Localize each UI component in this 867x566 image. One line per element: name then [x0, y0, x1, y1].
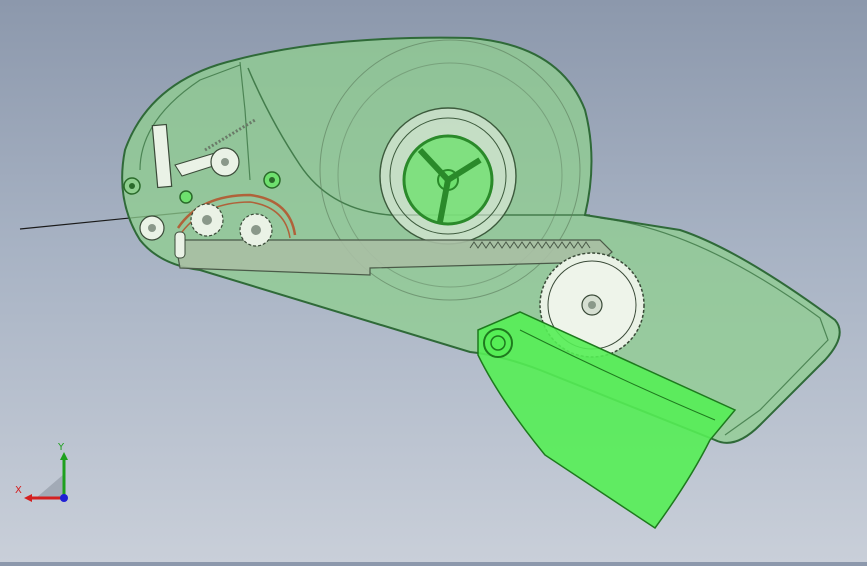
axis-y-label: Y: [58, 442, 65, 453]
cad-model-canvas[interactable]: [0, 0, 867, 562]
pivot-pin-3[interactable]: [123, 177, 141, 195]
small-gear-2[interactable]: [190, 203, 224, 237]
pivot-pin-1[interactable]: [263, 171, 281, 189]
small-gear-1[interactable]: [210, 147, 240, 177]
tape-core-wheel[interactable]: [379, 107, 517, 245]
cad-viewport[interactable]: X Y: [0, 0, 867, 562]
small-gear-3[interactable]: [239, 213, 273, 247]
axis-x-label: X: [15, 485, 22, 496]
pivot-pin-2[interactable]: [179, 190, 193, 204]
small-gear-4[interactable]: [139, 215, 165, 241]
axis-triad: X Y: [12, 440, 82, 510]
axis-triad-graphic: [24, 452, 68, 502]
slot-tab: [174, 231, 186, 259]
